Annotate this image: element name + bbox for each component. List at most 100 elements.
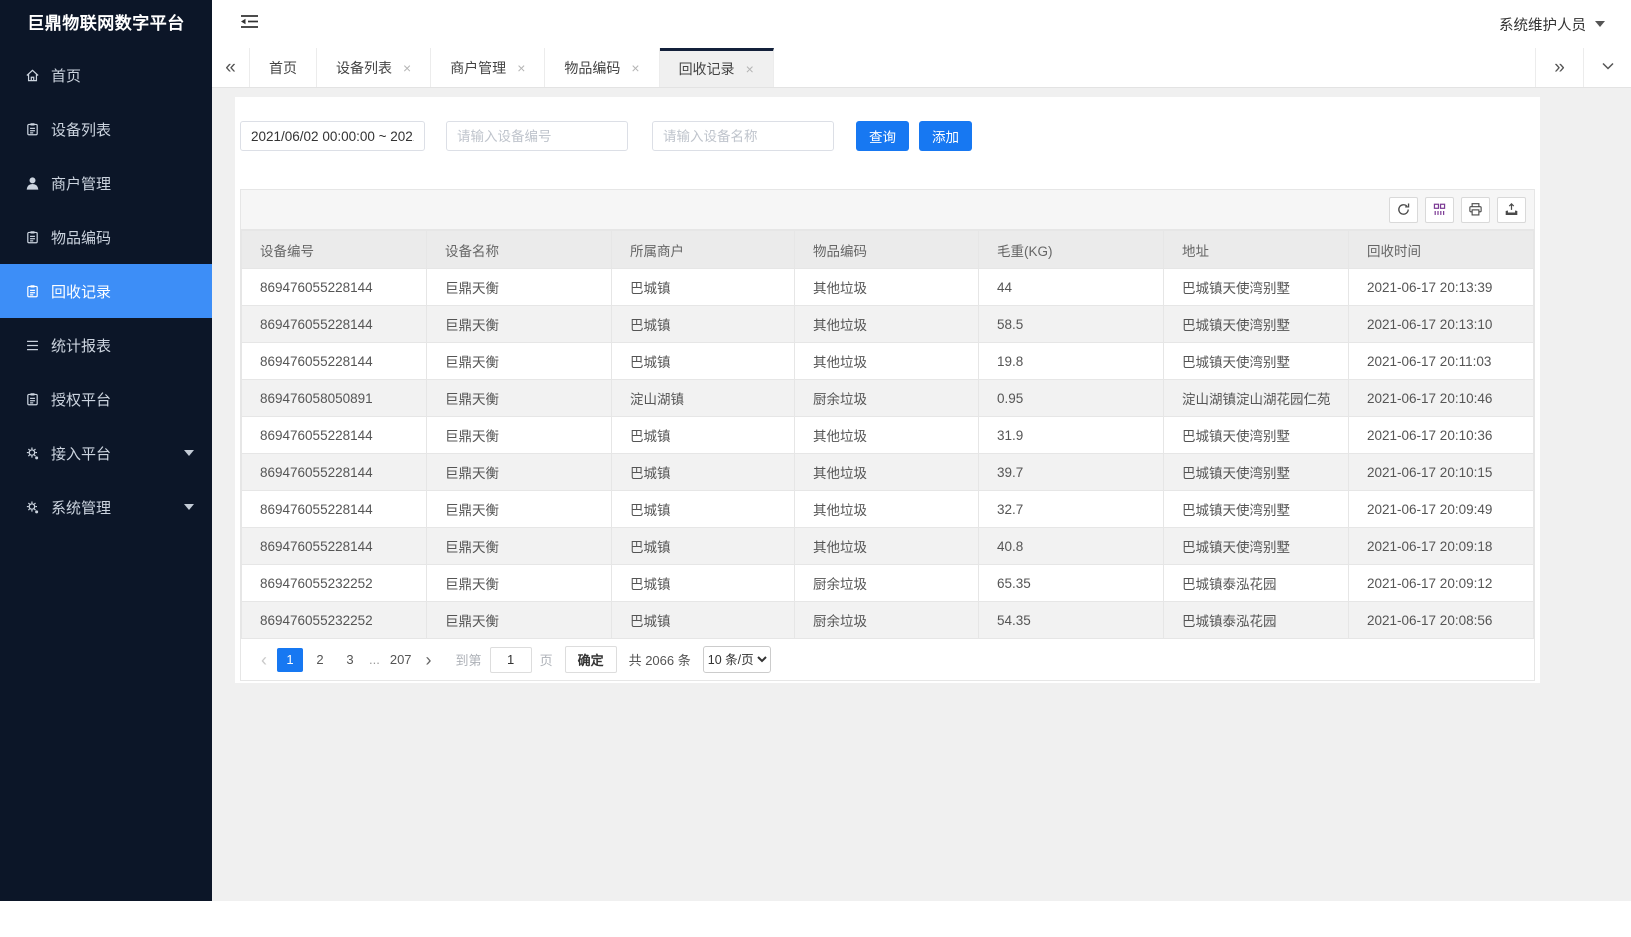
- sidebar-item-recycle-record[interactable]: 回收记录: [0, 264, 212, 318]
- table-cell: 2021-06-17 20:10:46: [1349, 380, 1534, 417]
- add-button[interactable]: 添加: [919, 121, 972, 151]
- user-menu[interactable]: 系统维护人员: [1499, 14, 1605, 35]
- table-cell: 其他垃圾: [795, 454, 979, 491]
- top-header: 系统维护人员: [212, 0, 1631, 48]
- table-cell: 869476055228144: [242, 528, 427, 565]
- prev-page-button[interactable]: ‹: [253, 651, 275, 669]
- sidebar-item-stats-report[interactable]: 统计报表: [0, 318, 212, 372]
- table-cell: 巴城镇: [612, 528, 795, 565]
- tabs-scroll-right-button[interactable]: »: [1535, 48, 1583, 87]
- close-icon[interactable]: ×: [403, 61, 411, 75]
- page-button-1[interactable]: 1: [277, 648, 303, 672]
- tab-list: 首页设备列表×商户管理×物品编码×回收记录×: [250, 48, 774, 87]
- table-cell: 巨鼎天衡: [427, 380, 612, 417]
- tab-home[interactable]: 首页: [250, 48, 317, 87]
- table-cell: 巴城镇天使湾别墅: [1164, 306, 1349, 343]
- table-row: 869476055228144巨鼎天衡巴城镇其他垃圾19.8巴城镇天使湾别墅20…: [242, 343, 1534, 380]
- table-cell: 巴城镇: [612, 565, 795, 602]
- table-cell: 869476055228144: [242, 343, 427, 380]
- tabs-menu-button[interactable]: [1583, 48, 1631, 87]
- table-cell: 其他垃圾: [795, 417, 979, 454]
- close-icon[interactable]: ×: [631, 61, 639, 75]
- table-cell: 其他垃圾: [795, 343, 979, 380]
- table-cell: 巨鼎天衡: [427, 491, 612, 528]
- page-button-2[interactable]: 2: [307, 648, 333, 672]
- refresh-icon: [1396, 202, 1411, 217]
- table-cell: 869476058050891: [242, 380, 427, 417]
- table-cell: 巨鼎天衡: [427, 528, 612, 565]
- table-body: 869476055228144巨鼎天衡巴城镇其他垃圾44巴城镇天使湾别墅2021…: [242, 269, 1534, 639]
- user-name: 系统维护人员: [1499, 14, 1586, 35]
- table-row: 869476055228144巨鼎天衡巴城镇其他垃圾32.7巴城镇天使湾别墅20…: [242, 491, 1534, 528]
- sidebar-item-merchant-mgmt[interactable]: 商户管理: [0, 156, 212, 210]
- gear-icon: [24, 499, 40, 515]
- close-icon[interactable]: ×: [746, 62, 754, 76]
- sidebar-item-home[interactable]: 首页: [0, 48, 212, 102]
- table-cell: 39.7: [979, 454, 1164, 491]
- table-cell: 巨鼎天衡: [427, 269, 612, 306]
- print-button[interactable]: [1461, 197, 1490, 223]
- content-area: 查询 添加 设备编号设备名称所属商户物品编码毛重(KG)地址回收时间 86947…: [212, 88, 1631, 901]
- tab-label: 商户管理: [450, 58, 506, 78]
- goto-page-input[interactable]: [490, 647, 532, 673]
- chevron-down-icon: [1601, 57, 1615, 79]
- column-header: 所属商户: [612, 231, 795, 269]
- table-cell: 巨鼎天衡: [427, 602, 612, 639]
- device-code-input[interactable]: [446, 121, 628, 151]
- tabs-scroll-left-button[interactable]: «: [212, 48, 250, 87]
- refresh-button[interactable]: [1389, 197, 1418, 223]
- page-size-select[interactable]: 10 条/页: [703, 646, 771, 673]
- table-cell: 其他垃圾: [795, 528, 979, 565]
- caret-down-icon: [184, 450, 194, 461]
- sidebar-item-label: 系统管理: [51, 497, 111, 518]
- sidebar-item-system-mgmt[interactable]: 系统管理: [0, 480, 212, 534]
- device-name-input[interactable]: [652, 121, 834, 151]
- merchant-icon: [24, 175, 40, 191]
- table-cell: 其他垃圾: [795, 269, 979, 306]
- column-header: 地址: [1164, 231, 1349, 269]
- close-icon[interactable]: ×: [517, 61, 525, 75]
- goto-confirm-button[interactable]: 确定: [565, 646, 617, 673]
- table-cell: 2021-06-17 20:11:03: [1349, 343, 1534, 380]
- sidebar-item-device-list[interactable]: 设备列表: [0, 102, 212, 156]
- page-button-3[interactable]: 3: [337, 648, 363, 672]
- table-row: 869476055232252巨鼎天衡巴城镇厨余垃圾65.35巴城镇泰泓花园20…: [242, 565, 1534, 602]
- sidebar-item-auth-platform[interactable]: 授权平台: [0, 372, 212, 426]
- table-cell: 0.95: [979, 380, 1164, 417]
- table-cell: 巨鼎天衡: [427, 343, 612, 380]
- next-page-button[interactable]: ›: [418, 651, 440, 669]
- date-range-input[interactable]: [240, 121, 425, 151]
- goto-page-label: 到第: [456, 650, 482, 669]
- sidebar-item-access-platform[interactable]: 接入平台: [0, 426, 212, 480]
- table-cell: 869476055228144: [242, 454, 427, 491]
- column-header: 物品编码: [795, 231, 979, 269]
- table-row: 869476055228144巨鼎天衡巴城镇其他垃圾44巴城镇天使湾别墅2021…: [242, 269, 1534, 306]
- export-button[interactable]: [1497, 197, 1526, 223]
- table-cell: 厨余垃圾: [795, 565, 979, 602]
- table-cell: 869476055228144: [242, 491, 427, 528]
- sidebar-collapse-button[interactable]: [240, 14, 259, 34]
- tab-item-code[interactable]: 物品编码 ×: [545, 48, 659, 87]
- sidebar-item-item-code[interactable]: 物品编码: [0, 210, 212, 264]
- table-cell: 巴城镇: [612, 454, 795, 491]
- search-button[interactable]: 查询: [856, 121, 909, 151]
- sidebar-item-label: 设备列表: [51, 119, 111, 140]
- page-button-207[interactable]: 207: [386, 648, 416, 672]
- table-row: 869476058050891巨鼎天衡淀山湖镇厨余垃圾0.95淀山湖镇淀山湖花园…: [242, 380, 1534, 417]
- page-unit-label: 页: [540, 650, 553, 669]
- main-area: 系统维护人员 « 首页设备列表×商户管理×物品编码×回收记录× »: [212, 0, 1631, 901]
- tab-recycle-record[interactable]: 回收记录×: [660, 48, 774, 87]
- table-cell: 65.35: [979, 565, 1164, 602]
- caret-down-icon: [184, 504, 194, 515]
- tab-label: 物品编码: [564, 58, 620, 78]
- page-number-list: 123...207: [275, 648, 418, 672]
- table-row: 869476055232252巨鼎天衡巴城镇厨余垃圾54.35巴城镇泰泓花园20…: [242, 602, 1534, 639]
- print-icon: [1468, 202, 1483, 217]
- table-cell: 巴城镇天使湾别墅: [1164, 269, 1349, 306]
- sidebar-item-label: 授权平台: [51, 389, 111, 410]
- columns-button[interactable]: [1425, 197, 1454, 223]
- tab-merchant-mgmt[interactable]: 商户管理 ×: [431, 48, 545, 87]
- table-row: 869476055228144巨鼎天衡巴城镇其他垃圾58.5巴城镇天使湾别墅20…: [242, 306, 1534, 343]
- sidebar-item-label: 统计报表: [51, 335, 111, 356]
- tab-device-list[interactable]: 设备列表×: [317, 48, 431, 87]
